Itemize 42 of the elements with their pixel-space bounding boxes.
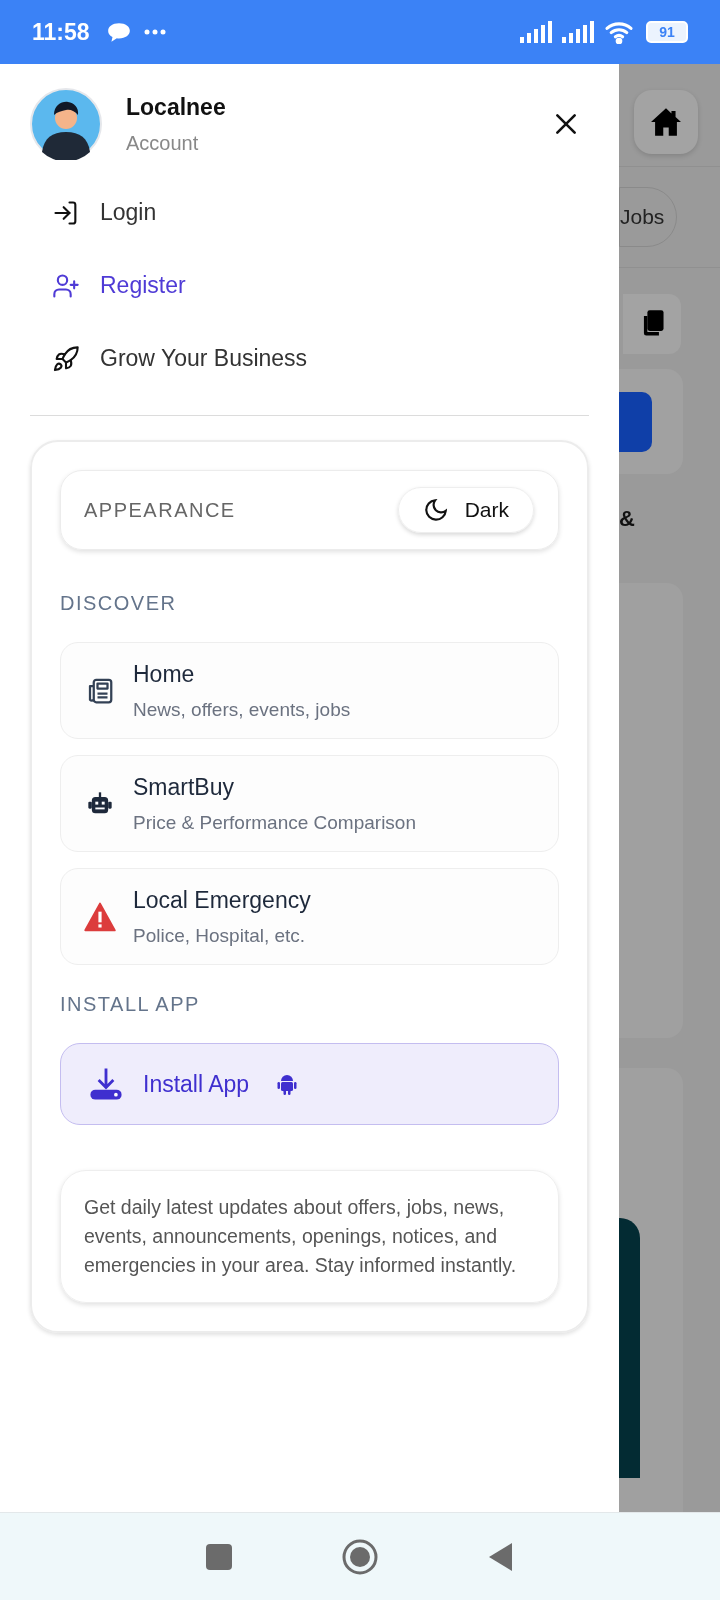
- menu-item[interactable]: Login: [30, 176, 589, 249]
- download-icon: [89, 1067, 123, 1101]
- back-icon[interactable]: [488, 1541, 514, 1572]
- item-subtitle: Police, Hospital, etc.: [133, 923, 307, 948]
- more-icon: [143, 29, 166, 35]
- home-circle-icon[interactable]: [342, 1538, 378, 1575]
- item-title: Home: [133, 660, 196, 689]
- account-subtitle: Account: [126, 131, 200, 157]
- close-icon: [553, 111, 579, 137]
- item-title: Local Emergency: [133, 886, 311, 915]
- copy-button[interactable]: [623, 294, 681, 354]
- house-icon: [649, 107, 683, 137]
- item-subtitle: News, offers, events, jobs: [133, 697, 351, 722]
- add-user-icon: [52, 271, 80, 300]
- action-button[interactable]: [619, 391, 652, 452]
- menu-item[interactable]: Register: [30, 249, 589, 322]
- item-subtitle: Price & Performance Comparison: [133, 810, 416, 835]
- discover-item[interactable]: Local Emergency Police, Hospital, etc.: [60, 868, 559, 965]
- signal-icon: [562, 21, 596, 43]
- clock: 11:58: [32, 17, 90, 47]
- discover-item[interactable]: SmartBuy Price & Performance Comparison: [60, 755, 559, 852]
- wifi-icon: [604, 20, 634, 44]
- discover-item[interactable]: Home News, offers, events, jobs: [60, 642, 559, 739]
- warning-icon: [84, 901, 116, 932]
- account-name: Localnee: [126, 92, 226, 122]
- home-button[interactable]: [634, 90, 698, 154]
- install-button[interactable]: Install App: [60, 1043, 559, 1125]
- rocket-icon: [52, 344, 80, 373]
- android-icon: [277, 1073, 298, 1095]
- moon-icon: [422, 497, 449, 523]
- section-heading: DISCOVER: [60, 591, 178, 616]
- menu-item[interactable]: Grow Your Business: [30, 322, 589, 395]
- section-heading: INSTALL APP: [60, 992, 201, 1017]
- info-text: Get daily latest updates about offers, jobs, news, events, announcements, openings, notices, and emergencies in your area. Stay informed instantly.: [84, 1195, 518, 1278]
- chat-bubble-icon: [105, 21, 132, 43]
- signal-icon: [520, 21, 554, 43]
- item-title: SmartBuy: [133, 773, 235, 802]
- background-text: &: [619, 505, 635, 533]
- battery-indicator: 91: [646, 21, 688, 43]
- recents-icon[interactable]: [206, 1543, 232, 1570]
- section-label: APPEARANCE: [84, 498, 236, 523]
- avatar: [30, 88, 102, 160]
